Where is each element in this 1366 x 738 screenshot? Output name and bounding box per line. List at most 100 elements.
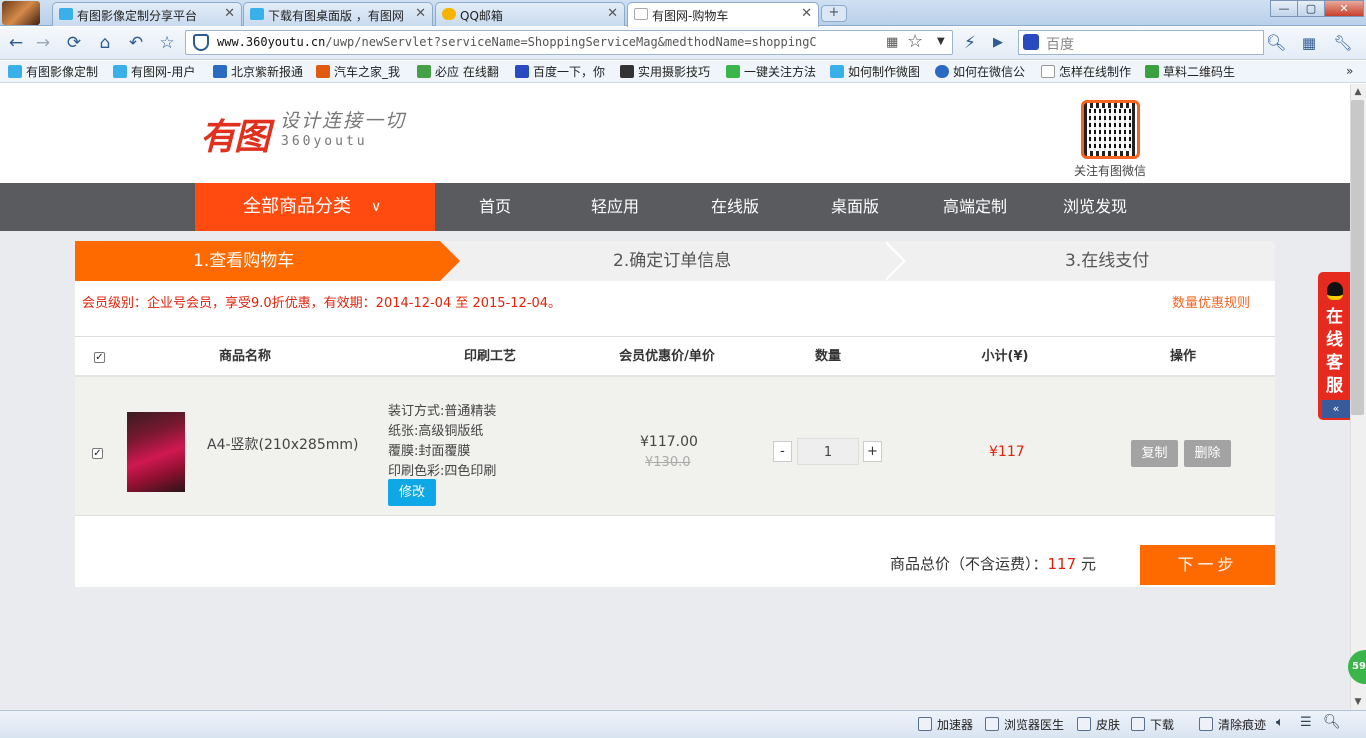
delete-button[interactable]: 删除: [1184, 440, 1231, 467]
scroll-down-arrow-icon[interactable]: ▼: [1350, 694, 1366, 710]
bookmark-favicon-icon: [830, 65, 844, 78]
craft-paper: 纸张:高级铜版纸: [388, 424, 484, 439]
col-quantity: 数量: [814, 349, 841, 364]
collapse-service-button[interactable]: «: [1322, 400, 1350, 418]
bookmark-item[interactable]: 汽车之家_我: [316, 63, 400, 80]
nav-home[interactable]: 首页: [445, 183, 545, 231]
bookmark-item[interactable]: 实用摄影技巧: [620, 63, 710, 80]
bookmark-item[interactable]: 如何制作微图: [830, 63, 920, 80]
bookmarks-overflow-icon[interactable]: »: [1346, 64, 1353, 78]
baidu-search-engine-icon[interactable]: [1023, 34, 1039, 50]
minimize-button[interactable]: —: [1270, 0, 1298, 17]
bookmark-item[interactable]: 一键关注方法: [726, 63, 816, 80]
back-icon[interactable]: ←: [6, 33, 26, 53]
tab-title: 下载有图桌面版 ，有图网: [268, 9, 404, 23]
col-subtotal: 小计(¥): [981, 349, 1029, 364]
close-tab-icon[interactable]: ✕: [801, 6, 812, 21]
close-tab-icon[interactable]: ✕: [607, 6, 618, 21]
bookmark-favicon-icon: [515, 65, 529, 78]
skin-shirt-icon: [1077, 717, 1091, 731]
bookmark-item[interactable]: 百度一下，你: [515, 63, 605, 80]
browser-doctor-button[interactable]: 浏览器医生: [985, 716, 1064, 733]
edit-button[interactable]: 修改: [388, 479, 436, 506]
volume-icon[interactable]: 🔈︎: [1276, 715, 1284, 730]
bookmark-item[interactable]: 有图影像定制: [8, 63, 98, 80]
qq-mail-favicon-icon: [442, 8, 456, 20]
nav-light-apps[interactable]: 轻应用: [565, 183, 665, 231]
undo-close-icon[interactable]: ↶: [126, 33, 146, 53]
close-window-button[interactable]: ✕: [1324, 0, 1364, 17]
nav-desktop[interactable]: 桌面版: [805, 183, 905, 231]
accelerator-icon: [918, 717, 932, 731]
new-tab-button[interactable]: +: [821, 5, 847, 22]
member-notice: 会员级别：企业号会员，享受9.0折优惠，有效期：2014-12-04 至 201…: [82, 296, 562, 311]
home-icon[interactable]: ⌂: [95, 33, 115, 53]
bookmark-item[interactable]: 怎样在线制作: [1041, 63, 1131, 80]
security-shield-icon[interactable]: [193, 34, 209, 51]
browser-tab-2[interactable]: 下载有图桌面版 ，有图网 ✕: [243, 2, 433, 26]
play-icon[interactable]: ▶: [988, 33, 1008, 53]
quantity-decrease-button[interactable]: -: [773, 441, 792, 462]
url-text[interactable]: www.360youtu.cn/uwp/newServlet?serviceNa…: [217, 35, 882, 51]
browser-tab-1[interactable]: 有图影像定制分享平台 ✕: [52, 2, 242, 26]
accelerator-button[interactable]: 加速器: [918, 716, 973, 733]
step-arrow: [440, 241, 460, 281]
step-confirm-order: 2.确定订单信息: [613, 251, 732, 271]
skin-button[interactable]: 皮肤: [1077, 716, 1120, 733]
quantity-input[interactable]: 1: [797, 438, 859, 465]
zoom-icon[interactable]: 🔍︎: [1323, 714, 1341, 730]
maximize-button[interactable]: ▢: [1297, 0, 1325, 17]
step-view-cart: 1.查看购物车: [75, 241, 440, 281]
online-service-widget[interactable]: 在线客服: [1318, 272, 1350, 420]
quantity-discount-rules-link[interactable]: 数量优惠规则: [1172, 292, 1250, 311]
download-button[interactable]: 下载: [1131, 716, 1174, 733]
total-price: 商品总价（不含运费）：117 元: [890, 553, 1096, 574]
qr-code-icon[interactable]: ▦: [886, 35, 898, 50]
quantity-increase-button[interactable]: +: [863, 441, 882, 462]
close-tab-icon[interactable]: ✕: [415, 6, 426, 21]
product-name[interactable]: A4-竖款(210x285mm): [207, 434, 358, 454]
bookmark-item[interactable]: 北京紫新报通: [213, 63, 303, 80]
nav-discover[interactable]: 浏览发现: [1045, 183, 1145, 231]
page-tools-icon[interactable]: ☰: [1300, 715, 1312, 730]
search-placeholder: 百度: [1046, 37, 1074, 53]
nav-premium[interactable]: 高端定制: [925, 183, 1025, 231]
qq-penguin-icon: [1327, 282, 1343, 300]
copy-button[interactable]: 复制: [1131, 440, 1178, 467]
url-dropdown-icon[interactable]: ▼: [937, 36, 945, 47]
item-checkbox[interactable]: ✓: [92, 448, 103, 459]
member-price: ¥117.00: [640, 434, 698, 450]
product-thumbnail[interactable]: [127, 412, 185, 492]
close-tab-icon[interactable]: ✕: [224, 6, 235, 21]
user-avatar[interactable]: [2, 1, 40, 25]
scrollbar-thumb[interactable]: [1351, 100, 1364, 415]
all-categories-button[interactable]: 全部商品分类 ∨: [195, 183, 435, 231]
craft-color: 印刷色彩:四色印刷: [388, 464, 497, 479]
browser-tab-3[interactable]: QQ邮箱 ✕: [435, 2, 625, 26]
next-step-button[interactable]: 下一步: [1140, 545, 1275, 585]
apps-grid-icon[interactable]: ▦: [1299, 33, 1319, 53]
tools-wrench-icon[interactable]: 🔧︎: [1333, 33, 1353, 53]
browser-tab-4-active[interactable]: 有图网-购物车 ✕: [627, 2, 819, 27]
search-icon[interactable]: 🔍︎: [1266, 33, 1286, 53]
bookmark-favicon-icon: [316, 65, 330, 78]
bookmark-item[interactable]: 必应 在线翻: [417, 63, 499, 80]
bookmark-item[interactable]: 草料二维码生: [1145, 63, 1235, 80]
bookmark-item[interactable]: 有图网-用户: [113, 63, 195, 80]
bookmark-item[interactable]: 如何在微信公: [935, 63, 1025, 80]
site-logo[interactable]: 有图: [200, 108, 270, 160]
lightning-icon[interactable]: ⚡: [960, 33, 980, 53]
bookmark-star-icon[interactable]: ☆: [907, 31, 923, 52]
bookmark-favicon-icon: [8, 65, 22, 78]
nav-online[interactable]: 在线版: [685, 183, 785, 231]
total-unit: 元: [1080, 555, 1096, 573]
total-value: 117: [1047, 555, 1077, 573]
clear-history-button[interactable]: 清除痕迹: [1199, 716, 1266, 733]
forward-icon[interactable]: →: [33, 33, 53, 53]
favorite-star-icon[interactable]: ☆: [157, 33, 177, 53]
select-all-checkbox[interactable]: ✓: [94, 352, 105, 363]
scroll-up-arrow-icon[interactable]: ▲: [1350, 84, 1366, 100]
bookmark-favicon-icon: [1041, 65, 1055, 78]
refresh-icon[interactable]: ⟳: [64, 33, 84, 53]
bookmark-favicon-icon: [113, 65, 127, 78]
